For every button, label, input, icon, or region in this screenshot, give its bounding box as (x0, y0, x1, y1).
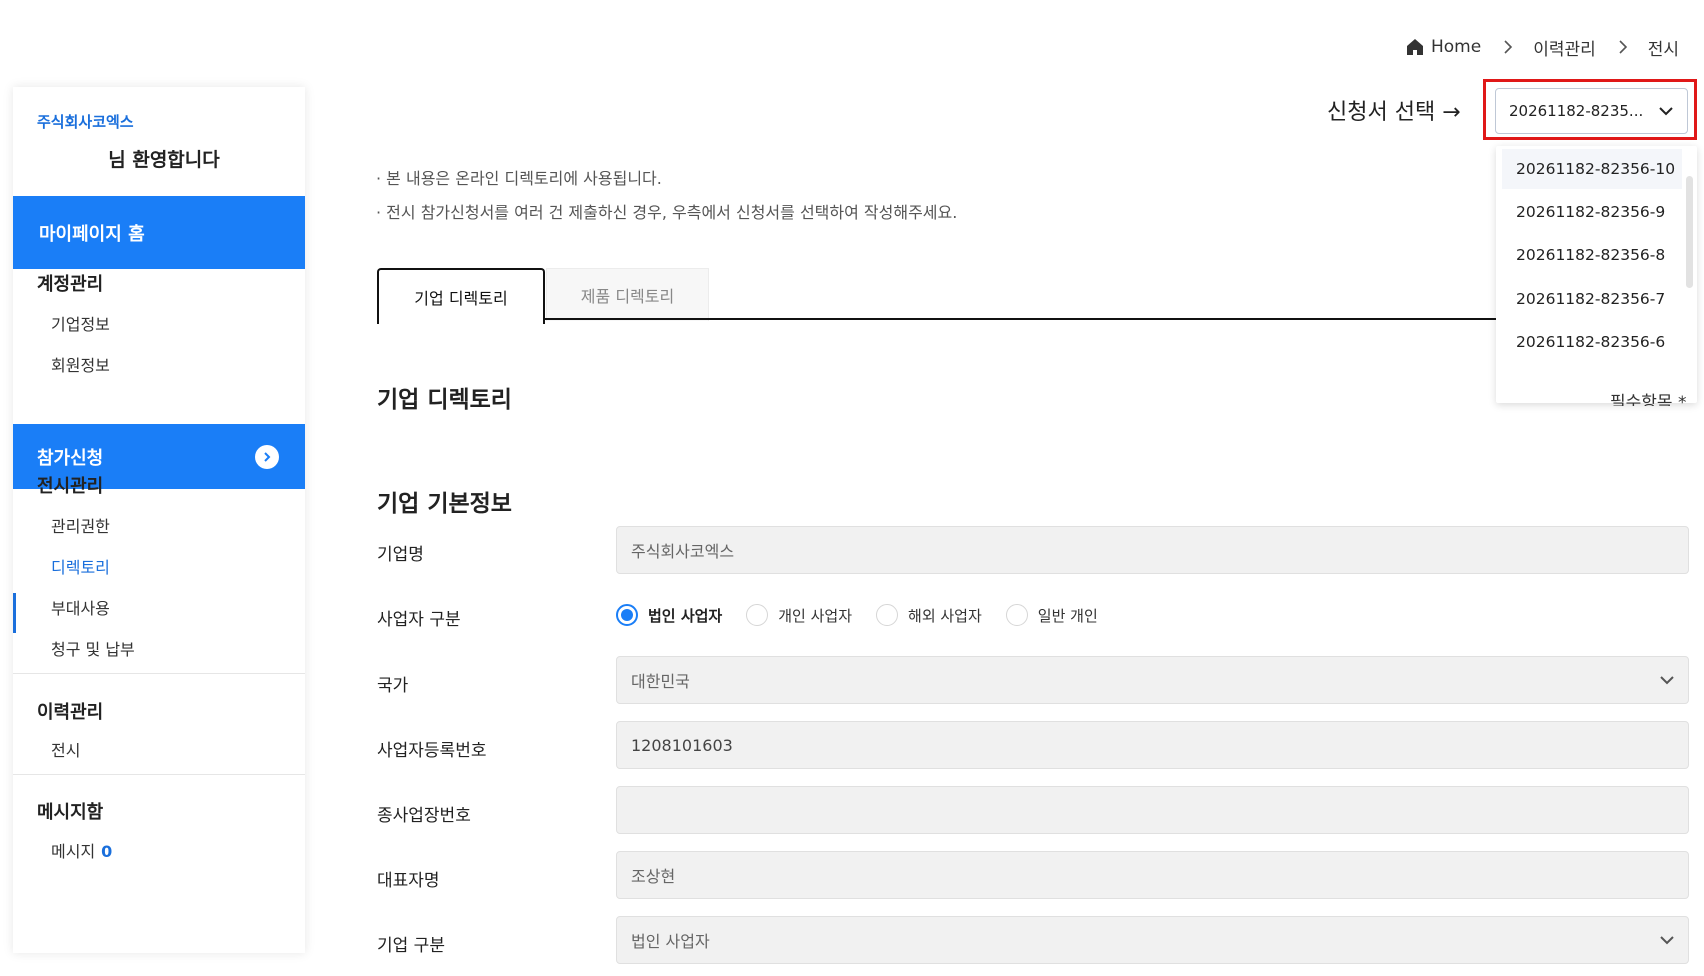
radio-individual[interactable]: 개인 사업자 (746, 604, 852, 626)
reg-no-value: 1208101603 (631, 735, 733, 755)
chevron-right-icon (255, 444, 279, 469)
sidebar-item-facility-use[interactable]: 부대사용 (51, 595, 110, 619)
section-title-directory: 기업 디렉토리 (377, 387, 512, 413)
sidebar-section-account: 계정관리 (37, 274, 104, 295)
application-dropdown: 20261182-82356-10 20261182-82356-9 20261… (1496, 146, 1697, 403)
chevron-down-icon (1660, 935, 1674, 945)
sidebar-item-history-exhibit[interactable]: 전시 (51, 737, 80, 761)
sidebar-item-label: 메시지 (51, 842, 96, 861)
ceo-field[interactable]: 조상현 (616, 851, 1689, 899)
dropdown-option[interactable]: 20261182-82356-10 (1502, 149, 1682, 189)
application-select[interactable]: 20261182-8235... (1495, 88, 1688, 134)
radio-general-person[interactable]: 일반 개인 (1005, 604, 1098, 626)
chevron-right-icon (1503, 40, 1513, 54)
sidebar-item-label: 마이페이지 홈 (39, 223, 145, 245)
ceo-value: 조상현 (631, 867, 676, 886)
dropdown-option[interactable]: 20261182-82356-6 (1502, 322, 1682, 362)
radio-button[interactable] (1005, 604, 1028, 626)
divider (13, 673, 305, 674)
ceo-label: 대표자명 (377, 871, 440, 891)
required-note: 필수항목 * (1610, 393, 1687, 406)
sidebar-item-mypage-home[interactable]: 마이페이지 홈 (13, 196, 305, 269)
chevron-down-icon (1660, 675, 1674, 685)
application-select-value: 20261182-8235... (1509, 102, 1644, 120)
radio-corporate[interactable]: 법인 사업자 (616, 604, 722, 626)
radio-label: 해외 사업자 (908, 606, 982, 625)
company-name-value: 주식회사코엑스 (631, 542, 735, 561)
sidebar-item-billing[interactable]: 청구 및 납부 (51, 636, 135, 660)
breadcrumb-home[interactable]: Home (1431, 37, 1481, 57)
country-select[interactable]: 대한민국 (616, 656, 1689, 704)
radio-overseas[interactable]: 해외 사업자 (876, 604, 982, 626)
dropdown-option[interactable]: 20261182-82356-9 (1502, 192, 1682, 232)
reg-no-label: 사업자등록번호 (377, 741, 487, 761)
dropdown-option[interactable]: 20261182-82356-8 (1502, 235, 1682, 275)
breadcrumb-exhibit: 전시 (1647, 39, 1680, 60)
sidebar-item-label: 참가신청 (37, 447, 104, 469)
sidebar-item-member-info[interactable]: 회원정보 (51, 352, 110, 376)
sidebar-section-history: 이력관리 (37, 702, 104, 723)
dropdown-option[interactable]: 20261182-82356-7 (1502, 279, 1682, 319)
company-name-label: 기업명 (377, 545, 424, 565)
sidebar-item-company-info[interactable]: 기업정보 (51, 311, 110, 335)
business-type-radio-group: 법인 사업자 개인 사업자 해외 사업자 일반 개인 (616, 603, 1122, 627)
sidebar-item-directory[interactable]: 디렉토리 (51, 554, 110, 578)
tab-product-directory[interactable]: 제품 디렉토리 (546, 268, 709, 321)
country-value: 대한민국 (631, 672, 690, 691)
chevron-down-icon (1659, 106, 1673, 116)
radio-button[interactable] (616, 604, 638, 626)
chevron-right-icon (1618, 40, 1628, 54)
divider (13, 774, 305, 775)
company-name-field[interactable]: 주식회사코엑스 (616, 526, 1689, 574)
home-icon[interactable] (1406, 38, 1424, 56)
breadcrumb: Home 이력관리 전시 (1406, 34, 1679, 60)
tab-company-directory[interactable]: 기업 디렉토리 (377, 268, 545, 324)
notice-line: · 본 내용은 온라인 디렉토리에 사용됩니다. (376, 169, 662, 188)
sidebar: 주식회사코엑스 님 환영합니다 마이페이지 홈 계정관리 기업정보 회원정보 참… (13, 87, 305, 953)
company-type-value: 법인 사업자 (631, 932, 710, 951)
dropdown-scrollbar[interactable] (1686, 176, 1693, 288)
radio-button[interactable] (876, 604, 899, 626)
section-title-basic-info: 기업 기본정보 (377, 491, 512, 517)
radio-label: 일반 개인 (1037, 606, 1098, 625)
sidebar-welcome: 님 환영합니다 (108, 149, 220, 171)
breadcrumb-history[interactable]: 이력관리 (1533, 35, 1596, 60)
radio-button[interactable] (746, 604, 769, 626)
reg-no-field[interactable]: 1208101603 (616, 721, 1689, 769)
sidebar-section-exhibit: 전시관리 (37, 476, 104, 497)
notice-line: · 전시 참가신청서를 여러 건 제출하신 경우, 우측에서 신청서를 선택하여… (376, 203, 958, 222)
sidebar-section-messages: 메시지함 (37, 802, 104, 823)
company-type-label: 기업 구분 (377, 936, 445, 956)
radio-label: 법인 사업자 (648, 606, 723, 625)
business-type-label: 사업자 구분 (377, 610, 461, 630)
application-select-label: 신청서 선택 → (1327, 100, 1461, 125)
radio-label: 개인 사업자 (778, 606, 853, 625)
message-count-badge: 0 (101, 842, 113, 861)
sidebar-active-indicator (13, 593, 16, 633)
sidebar-item-permissions[interactable]: 관리권한 (51, 513, 110, 537)
company-type-select[interactable]: 법인 사업자 (616, 916, 1689, 964)
sidebar-company-name: 주식회사코엑스 (37, 113, 134, 131)
sidebar-item-messages[interactable]: 메시지 0 (51, 838, 112, 862)
sub-reg-no-label: 종사업장번호 (377, 806, 471, 826)
sub-reg-no-field[interactable] (616, 786, 1689, 834)
country-label: 국가 (377, 676, 409, 696)
